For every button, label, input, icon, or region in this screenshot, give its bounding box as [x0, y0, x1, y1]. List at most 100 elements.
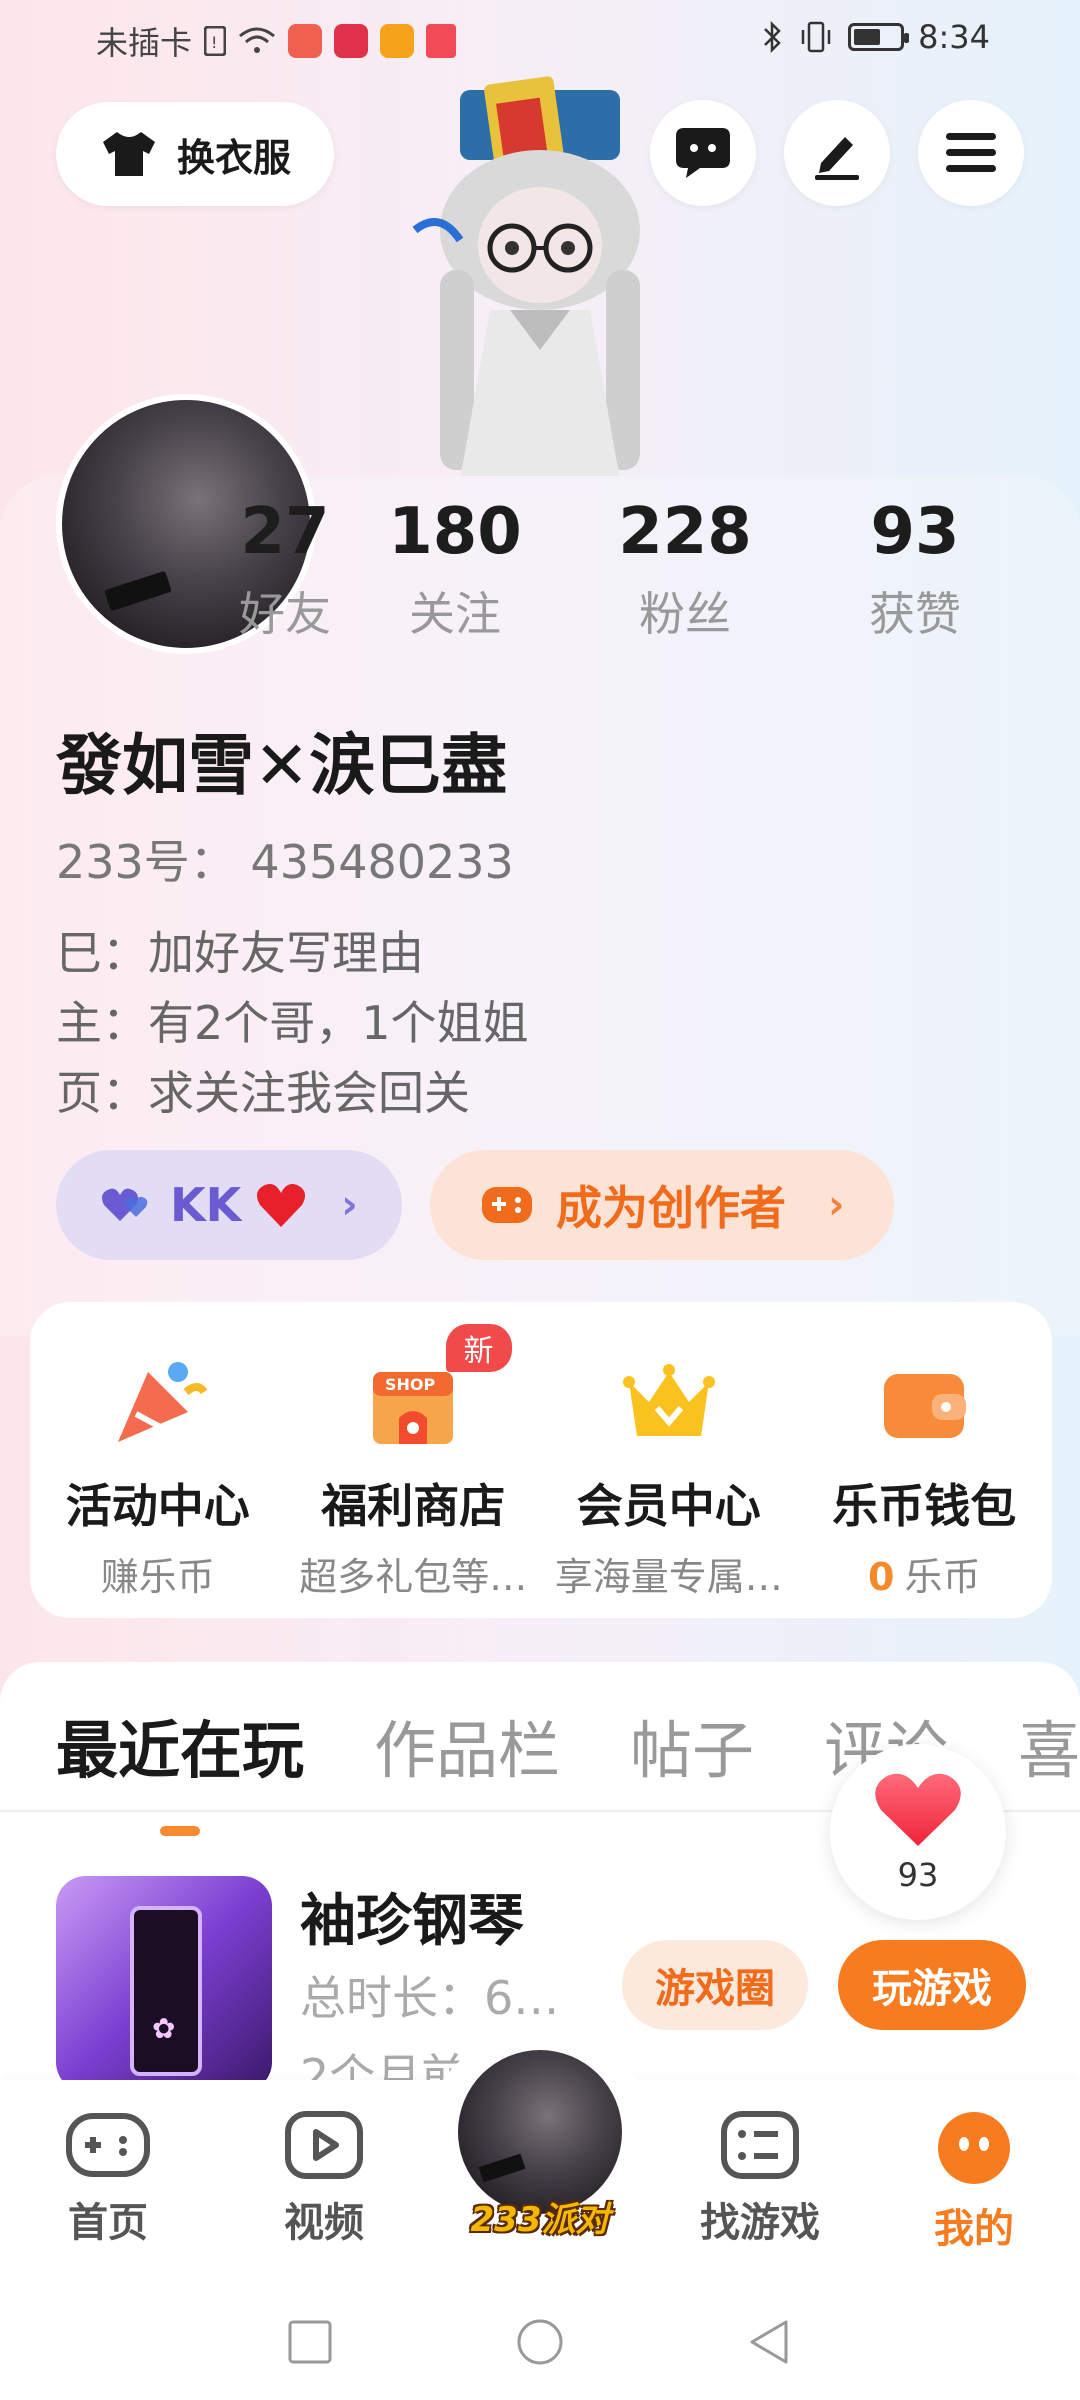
vibrate-icon: [801, 21, 831, 53]
nav-find-games[interactable]: 找游戏: [680, 2110, 840, 2248]
app-red-icon: [288, 24, 323, 58]
service-subtitle: 超多礼包等…: [299, 1555, 528, 1599]
become-creator-button[interactable]: 成为创作者 ›: [430, 1150, 894, 1260]
service-welfare-shop[interactable]: SHOP 新 福利商店 超多礼包等…: [286, 1302, 542, 1618]
status-bar: 未插卡 ! 8:34: [0, 0, 1080, 80]
heart-icon: [875, 1773, 961, 1846]
system-nav-bar: [0, 2280, 1080, 2400]
menu-button[interactable]: [918, 100, 1024, 206]
like-float-button[interactable]: 93: [830, 1744, 1006, 1920]
service-subtitle: 享海量专属…: [554, 1555, 783, 1599]
bluetooth-icon: [764, 20, 781, 54]
edit-pen-icon: [815, 137, 859, 180]
gamepad-orange-icon: [482, 1187, 532, 1223]
stat-friends[interactable]: 27 好友: [230, 492, 340, 644]
kk-pill-button[interactable]: KK ›: [56, 1150, 402, 1260]
services-card: 活动中心 赚乐币 SHOP 新 福利商店 超多礼包等… 会员中心 享海量专属… …: [30, 1302, 1052, 1618]
nav-video[interactable]: 视频: [244, 2110, 404, 2248]
game-circle-button[interactable]: 游戏圈: [622, 1940, 808, 2030]
stat-friends-label: 好友: [239, 587, 331, 641]
creator-label: 成为创作者: [556, 1181, 786, 1235]
stat-fans-label: 粉丝: [639, 587, 731, 641]
coin-unit: 乐币: [904, 1555, 981, 1599]
sim-icon: !: [204, 26, 227, 56]
double-heart-icon: [102, 1188, 148, 1221]
chevron-right-icon: ›: [828, 1182, 845, 1228]
menu-icon: [946, 133, 996, 172]
bio-line: 主：有2个哥，1个姐姐: [56, 996, 529, 1050]
stat-following[interactable]: 180 关注: [340, 492, 570, 644]
bio-line: 页：求关注我会回关: [56, 1066, 470, 1120]
crown-icon: [622, 1364, 715, 1436]
play-game-button[interactable]: 玩游戏: [838, 1940, 1026, 2030]
nav-label: 首页: [68, 2200, 148, 2246]
game-thumbnail[interactable]: [56, 1876, 272, 2092]
stat-friends-count: 27: [240, 495, 330, 569]
tab-posts[interactable]: 帖子: [630, 1700, 754, 1790]
stat-likes[interactable]: 93 获赞: [800, 492, 1030, 644]
stat-fans[interactable]: 228 粉丝: [570, 492, 800, 644]
profile-id[interactable]: 233号： 435480233: [56, 826, 514, 892]
game-title[interactable]: 袖珍钢琴: [300, 1876, 524, 1957]
clock: 8:34: [918, 18, 990, 56]
chevron-right-icon: ›: [341, 1182, 358, 1228]
service-coin-wallet[interactable]: 乐币钱包 0 乐币: [797, 1302, 1053, 1618]
edit-profile-button[interactable]: [784, 100, 890, 206]
home-icon[interactable]: [516, 2318, 564, 2366]
avatar-character-figure[interactable]: [400, 70, 680, 480]
stat-following-label: 关注: [409, 587, 501, 641]
kk-label: KK: [170, 1178, 242, 1232]
wallet-icon: [884, 1374, 967, 1438]
recent-apps-icon[interactable]: [288, 2318, 332, 2366]
svg-text:!: !: [211, 33, 217, 52]
profile-stats: 27 好友 180 关注 228 粉丝 93 获赞: [230, 492, 1030, 644]
service-activity-center[interactable]: 活动中心 赚乐币: [30, 1302, 286, 1618]
nav-home[interactable]: 首页: [28, 2110, 188, 2248]
nav-label: 视频: [284, 2200, 364, 2246]
new-badge: 新: [445, 1324, 512, 1372]
service-title: 会员中心: [576, 1479, 761, 1533]
party-label[interactable]: 233派对: [440, 2192, 640, 2241]
coin-balance: 0: [868, 1555, 895, 1599]
service-title: 福利商店: [321, 1479, 506, 1533]
game-duration: 总时长：6…: [300, 1971, 560, 2025]
service-title: 活动中心: [65, 1479, 250, 1533]
like-count: 93: [897, 1856, 939, 1894]
chat-bubble-icon: [676, 128, 730, 178]
wifi-icon: [239, 27, 275, 53]
nav-label: 我的: [934, 2206, 1014, 2252]
stat-likes-label: 获赞: [869, 587, 961, 641]
party-avatar[interactable]: [458, 2050, 622, 2214]
stat-following-count: 180: [388, 495, 522, 569]
app-orange-play-icon: [380, 24, 415, 58]
red-heart-icon: [257, 1184, 306, 1227]
bio-line: 巳：加好友写理由: [56, 926, 424, 980]
tshirt-icon: [102, 132, 155, 176]
tab-works[interactable]: 作品栏: [374, 1700, 560, 1790]
app-book-icon: [426, 24, 457, 58]
gamepad-icon: [66, 2113, 150, 2177]
change-outfit-label: 换衣服: [176, 135, 291, 180]
me-face-icon: [938, 2112, 1010, 2184]
profile-bio: 巳：加好友写理由 主：有2个哥，1个姐姐 页：求关注我会回关: [56, 918, 529, 1128]
service-subtitle: 赚乐币: [100, 1555, 215, 1599]
service-title: 乐币钱包: [832, 1479, 1017, 1533]
tab-likes[interactable]: 喜: [1018, 1700, 1080, 1790]
stat-likes-count: 93: [870, 495, 960, 569]
back-icon[interactable]: [746, 2318, 790, 2366]
svg-text:SHOP: SHOP: [385, 1375, 436, 1394]
service-member-center[interactable]: 会员中心 享海量专属…: [541, 1302, 797, 1618]
nav-me[interactable]: 我的: [894, 2110, 1054, 2254]
video-play-icon: [285, 2111, 363, 2179]
service-subtitle: 0 乐币: [797, 1546, 1053, 1601]
nav-label: 找游戏: [700, 2200, 820, 2246]
tab-recent-played[interactable]: 最近在玩: [56, 1700, 304, 1836]
profile-name: 發如雪✕涙巳盡: [56, 727, 508, 804]
stat-fans-count: 228: [618, 495, 752, 569]
app-heart-icon: [334, 24, 369, 58]
carrier-text: 未插卡: [96, 24, 193, 62]
change-outfit-button[interactable]: 换衣服: [56, 102, 334, 206]
party-popper-icon: [117, 1362, 208, 1442]
battery-icon: [848, 23, 910, 51]
list-icon: [721, 2111, 799, 2179]
